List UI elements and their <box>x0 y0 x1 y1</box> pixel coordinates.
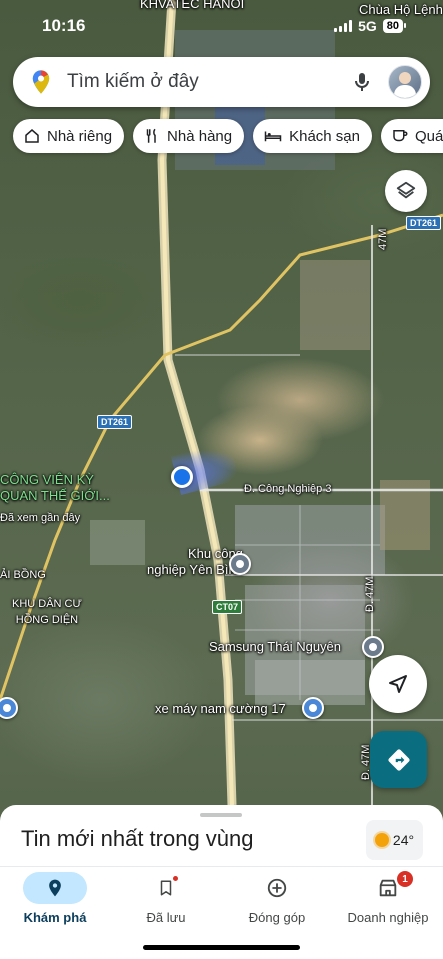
cafe-icon <box>393 130 408 142</box>
status-time: 10:16 <box>42 16 86 35</box>
add-circle-icon <box>267 878 287 898</box>
business-badge: 1 <box>397 871 413 887</box>
chip-cafe[interactable]: Quán <box>381 119 443 153</box>
microphone-icon[interactable] <box>350 70 374 94</box>
nav-explore[interactable]: Khám phá <box>0 867 110 937</box>
nav-business-label: Doanh nghiệp <box>347 910 429 925</box>
nav-saved[interactable]: Đã lưu <box>111 867 221 937</box>
chip-restaurants-label: Nhà hàng <box>167 127 233 145</box>
nav-saved-label: Đã lưu <box>146 910 186 925</box>
my-location-button[interactable] <box>369 655 427 713</box>
network-type: 5G <box>358 18 377 34</box>
current-location-dot <box>171 466 193 488</box>
chip-hotels-label: Khách sạn <box>289 127 360 145</box>
hotel-icon <box>264 131 282 142</box>
map-label-motorbike-shop[interactable]: xe máy nam cường 17 <box>155 701 286 717</box>
search-bar[interactable]: Tìm kiếm ở đây <box>13 57 430 107</box>
industrial-park-pin-icon[interactable] <box>229 553 251 575</box>
samsung-pin-icon[interactable] <box>362 636 384 658</box>
battery-icon: 80 <box>382 19 407 33</box>
chip-hotels[interactable]: Khách sạn <box>253 119 372 153</box>
map-label-47m-top: 47M <box>377 228 389 250</box>
sheet-drag-handle[interactable] <box>200 813 242 817</box>
sheet-title: Tin mới nhất trong vùng <box>21 826 254 851</box>
map-label-park[interactable]: CÔNG VIÊN KỲ QUAN THẾ GIỚI... <box>0 472 110 504</box>
status-indicators: 5G 80 <box>334 18 407 34</box>
google-maps-logo-icon <box>32 70 50 94</box>
road-shield-dt261-top: DT261 <box>406 216 442 230</box>
chip-restaurants[interactable]: Nhà hàng <box>133 119 245 153</box>
store-icon <box>379 879 397 897</box>
nav-contribute-label: Đóng góp <box>248 910 306 925</box>
road-shield-ct07: CT07 <box>212 600 243 614</box>
signal-icon <box>334 20 353 32</box>
map-label-residential: KHU DÂN CƯ HỒNG DIỆN <box>12 598 82 626</box>
map-label-samsung[interactable]: Samsung Thái Nguyên <box>209 639 341 655</box>
search-input[interactable]: Tìm kiếm ở đây <box>67 71 350 93</box>
map-label-khvatec: KHVATEC HANOI <box>140 0 245 11</box>
home-icon <box>25 129 39 143</box>
category-chips: Nhà riêng Nhà hàng Khách sạn Quán <box>13 119 443 153</box>
explore-pin-icon <box>49 879 61 897</box>
layers-button[interactable] <box>385 170 427 212</box>
home-indicator <box>143 945 300 950</box>
nav-contribute[interactable]: Đóng góp <box>222 867 332 937</box>
chip-cafe-label: Quán <box>415 127 443 145</box>
map-label-47m-mid: Đ. 47M <box>364 576 376 612</box>
map-label-recently-viewed: Đã xem gần đây <box>0 512 81 524</box>
chip-home-label: Nhà riêng <box>47 127 113 145</box>
temperature: 24° <box>392 832 415 848</box>
shop-pin-icon[interactable] <box>302 697 324 719</box>
map-label-pagoda: Chùa Hộ Lệnh <box>359 2 443 17</box>
road-shield-dt261-left: DT261 <box>97 415 133 429</box>
map-label-street-industry: Đ. Công Nghiệp 3 <box>244 483 332 495</box>
navigation-arrow-icon <box>389 675 407 693</box>
directions-button[interactable] <box>370 731 427 788</box>
directions-icon <box>387 748 410 771</box>
map-label-bong: ẢI BỒNG <box>0 569 46 581</box>
restaurant-icon <box>146 128 156 143</box>
weather-chip[interactable]: 24° <box>366 820 423 860</box>
sun-icon <box>374 833 389 847</box>
saved-dot-badge <box>172 875 179 882</box>
chip-home[interactable]: Nhà riêng <box>13 119 125 153</box>
layers-icon <box>396 181 416 199</box>
nav-business[interactable]: 1 Doanh nghiệp <box>333 867 443 937</box>
nav-explore-label: Khám phá <box>23 910 87 925</box>
avatar[interactable] <box>388 65 422 99</box>
